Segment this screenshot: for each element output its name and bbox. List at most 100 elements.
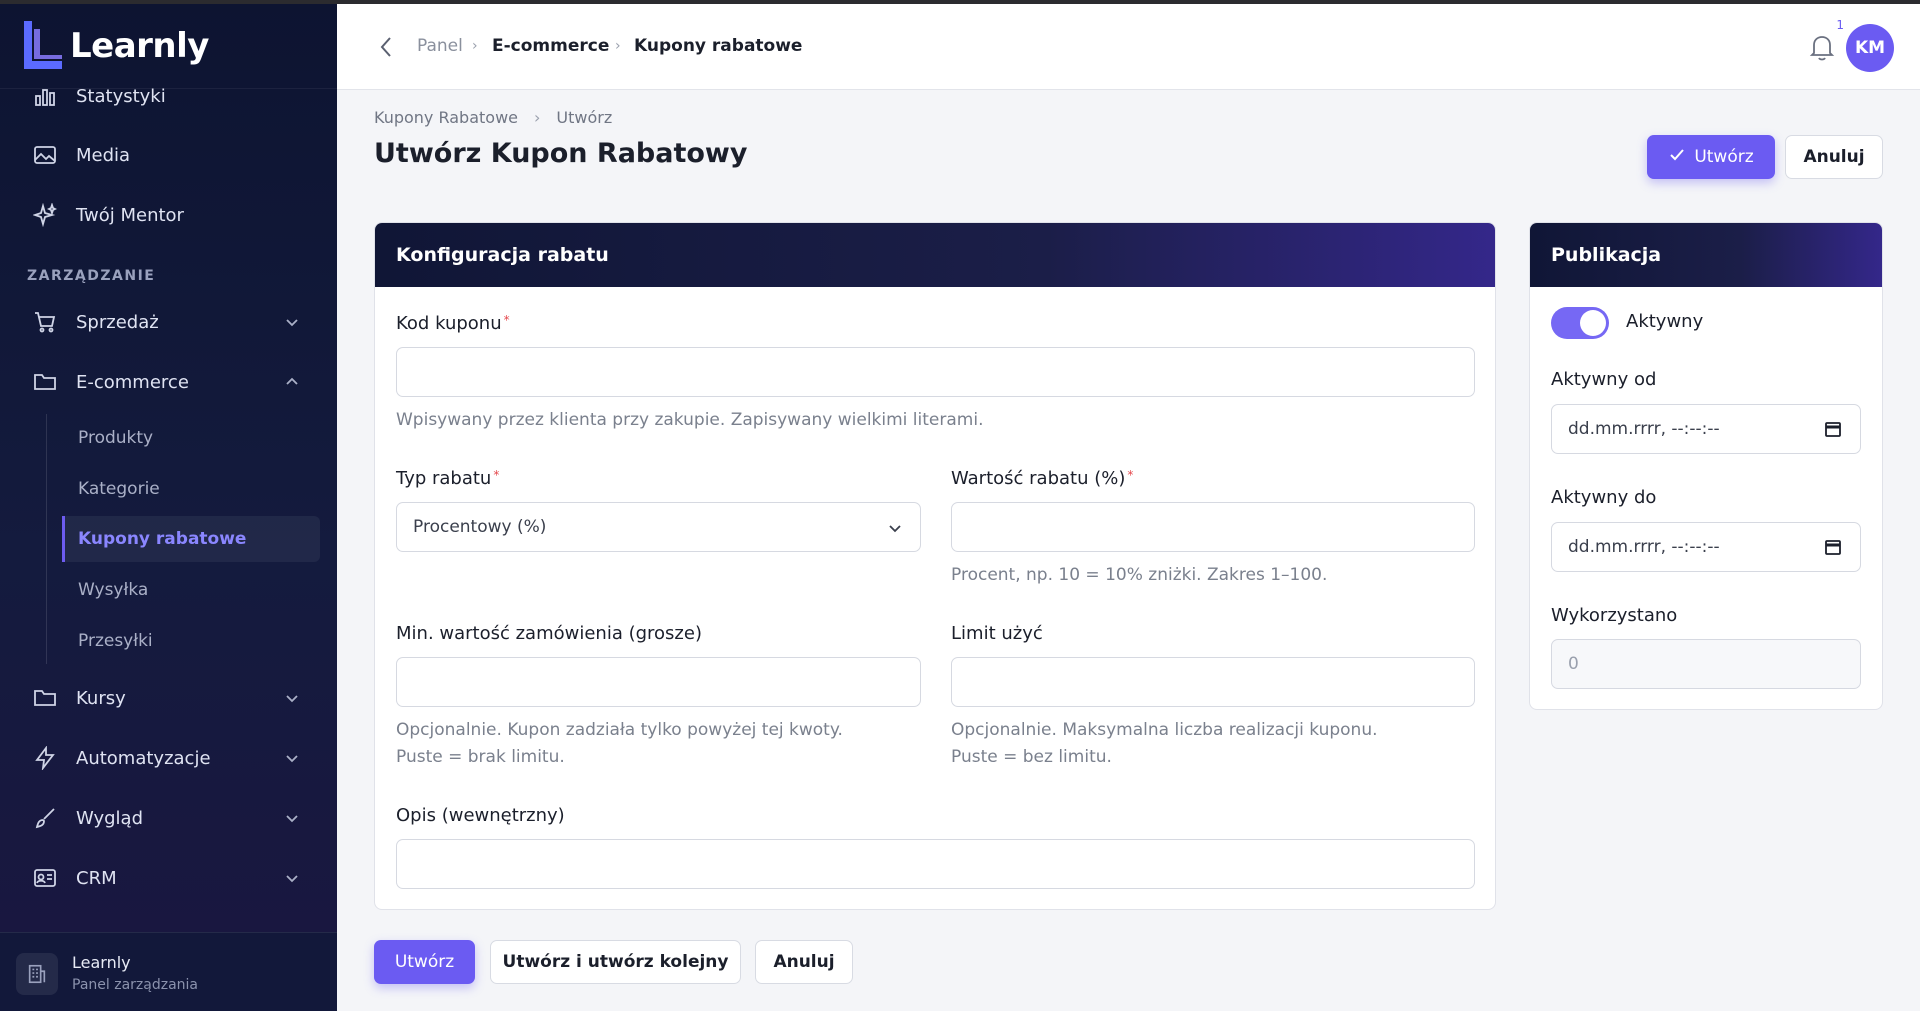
breadcrumb-ecommerce[interactable]: E-commerce — [492, 36, 609, 56]
sidebar-section-label: ZARZĄDZANIE — [27, 268, 156, 284]
active-toggle[interactable] — [1551, 307, 1609, 339]
toggle-knob — [1580, 310, 1606, 336]
usage-limit-hint: Opcjonalnie. Maksymalna liczba realizacj… — [951, 717, 1378, 771]
chevron-down-icon[interactable] — [282, 688, 302, 708]
config-card-title: Konfiguracja rabatu — [375, 223, 1495, 287]
config-card: Konfiguracja rabatu Kod kuponu * Wpisywan… — [374, 222, 1496, 910]
image-icon — [32, 142, 58, 168]
building-icon — [16, 953, 58, 995]
sidebar-item-label: Media — [76, 144, 131, 166]
coupon-code-label-text: Kod kuponu — [396, 313, 502, 334]
page-breadcrumb-parent[interactable]: Kupony Rabatowe — [374, 108, 518, 127]
discount-type-label-text: Typ rabatu — [396, 468, 492, 489]
notification-count: 1 — [1836, 18, 1844, 32]
sidebar-subitem-przesylki[interactable]: Przesyłki — [78, 618, 153, 664]
page-breadcrumb-current: Utwórz — [556, 108, 613, 127]
sidebar-item-label: Automatyzacje — [76, 747, 211, 769]
sidebar-item-wyglad[interactable]: Wygląd — [32, 798, 302, 838]
usage-limit-label: Limit użyć — [951, 623, 1043, 644]
brand-name: Learnly — [70, 26, 209, 66]
discount-type-label: Typ rabatu * — [396, 468, 499, 489]
active-from-input[interactable]: dd.mm.rrrr, --:--:-- — [1551, 404, 1861, 454]
chevron-down-icon[interactable] — [282, 748, 302, 768]
sidebar-item-statystyki[interactable]: Statystyki — [32, 76, 302, 116]
sidebar-item-label: E-commerce — [76, 371, 189, 393]
chevron-down-icon[interactable] — [282, 312, 302, 332]
back-arrow-icon[interactable] — [373, 32, 399, 62]
learnly-logo-icon — [20, 19, 66, 73]
create-another-button[interactable]: Utwórz i utwórz kolejny — [490, 940, 741, 984]
cart-icon — [32, 309, 58, 335]
create-button[interactable]: Utwórz — [374, 940, 475, 984]
folder-icon — [32, 369, 58, 395]
active-to-value: dd.mm.rrrr, --:--:-- — [1568, 537, 1720, 557]
sidebar-item-automatyzacje[interactable]: Automatyzacje — [32, 738, 302, 778]
publish-card-title: Publikacja — [1530, 223, 1882, 287]
header-create-button[interactable]: Utwórz — [1647, 135, 1775, 179]
calendar-icon[interactable] — [1824, 538, 1842, 556]
page-title: Utwórz Kupon Rabatowy — [374, 138, 748, 169]
discount-value-label: Wartość rabatu (%) * — [951, 468, 1133, 489]
chevron-down-icon[interactable] — [282, 868, 302, 888]
breadcrumb-separator: › — [534, 108, 541, 127]
min-order-label: Min. wartość zamówienia (grosze) — [396, 623, 702, 644]
min-order-hint-line: Opcjonalnie. Kupon zadziała tylko powyże… — [396, 720, 843, 740]
bar-chart-icon — [32, 83, 58, 109]
sidebar-item-kursy[interactable]: Kursy — [32, 678, 302, 718]
used-count-input: 0 — [1551, 639, 1861, 689]
id-card-icon — [32, 865, 58, 891]
min-order-hint: Opcjonalnie. Kupon zadziała tylko powyże… — [396, 717, 843, 771]
lightning-icon — [32, 745, 58, 771]
breadcrumb-separator: › — [615, 38, 621, 54]
sidebar-item-ecommerce[interactable]: E-commerce — [32, 362, 302, 402]
description-input[interactable] — [396, 839, 1475, 889]
bell-icon[interactable] — [1808, 32, 1836, 62]
description-label: Opis (wewnętrzny) — [396, 805, 565, 826]
min-order-input[interactable] — [396, 657, 921, 707]
sidebar-item-label: Statystyki — [76, 85, 166, 107]
calendar-icon[interactable] — [1824, 420, 1842, 438]
discount-type-select[interactable]: Procentowy (%) — [396, 502, 921, 552]
header-cancel-button[interactable]: Anuluj — [1785, 135, 1883, 179]
required-mark: * — [503, 313, 510, 327]
topbar: Panel › E-commerce › Kupony rabatowe 1 K… — [337, 4, 1920, 90]
sidebar-footer[interactable]: Learnly Panel zarządzania — [0, 932, 337, 1011]
sidebar-item-media[interactable]: Media — [32, 135, 302, 175]
sidebar-item-label: Twój Mentor — [76, 204, 184, 226]
sidebar-subitem-kupony[interactable]: Kupony rabatowe — [62, 516, 320, 562]
check-icon — [1668, 146, 1686, 169]
usage-limit-hint-line: Puste = bez limitu. — [951, 747, 1112, 767]
chevron-down-icon[interactable] — [282, 808, 302, 828]
avatar[interactable]: KM — [1846, 24, 1894, 72]
usage-limit-input[interactable] — [951, 657, 1475, 707]
active-toggle-label: Aktywny — [1626, 311, 1704, 332]
brush-icon — [32, 805, 58, 831]
cancel-button[interactable]: Anuluj — [755, 940, 853, 984]
sidebar-item-crm[interactable]: CRM — [32, 858, 302, 898]
sidebar-subitem-kategorie[interactable]: Kategorie — [78, 466, 160, 512]
coupon-code-input[interactable] — [396, 347, 1475, 397]
folder-icon — [32, 685, 58, 711]
min-order-hint-line: Puste = brak limitu. — [396, 747, 565, 767]
discount-value-label-text: Wartość rabatu (%) — [951, 468, 1126, 489]
footer-subtitle: Panel zarządzania — [72, 977, 198, 993]
chevron-up-icon[interactable] — [282, 372, 302, 392]
breadcrumb-current: Kupony rabatowe — [634, 36, 803, 56]
sidebar-item-label: Wygląd — [76, 807, 144, 829]
active-to-label: Aktywny do — [1551, 487, 1657, 508]
active-from-value: dd.mm.rrrr, --:--:-- — [1568, 419, 1720, 439]
sidebar-item-sprzedaz[interactable]: Sprzedaż — [32, 302, 302, 342]
footer-app-name: Learnly — [72, 953, 131, 972]
sidebar: Learnly Statystyki Media Twój Mentor ZAR… — [0, 0, 337, 1011]
coupon-code-hint: Wpisywany przez klienta przy zakupie. Za… — [396, 410, 984, 430]
active-to-input[interactable]: dd.mm.rrrr, --:--:-- — [1551, 522, 1861, 572]
breadcrumb-panel[interactable]: Panel — [417, 36, 463, 56]
sidebar-item-mentor[interactable]: Twój Mentor — [32, 195, 302, 235]
discount-value-input[interactable] — [951, 502, 1475, 552]
sidebar-subitem-wysylka[interactable]: Wysyłka — [78, 567, 148, 613]
used-count-label: Wykorzystano — [1551, 605, 1678, 626]
header-create-label: Utwórz — [1694, 147, 1754, 167]
brand[interactable]: Learnly — [20, 18, 209, 74]
sidebar-subitem-produkty[interactable]: Produkty — [78, 415, 153, 461]
active-from-label: Aktywny od — [1551, 369, 1657, 390]
